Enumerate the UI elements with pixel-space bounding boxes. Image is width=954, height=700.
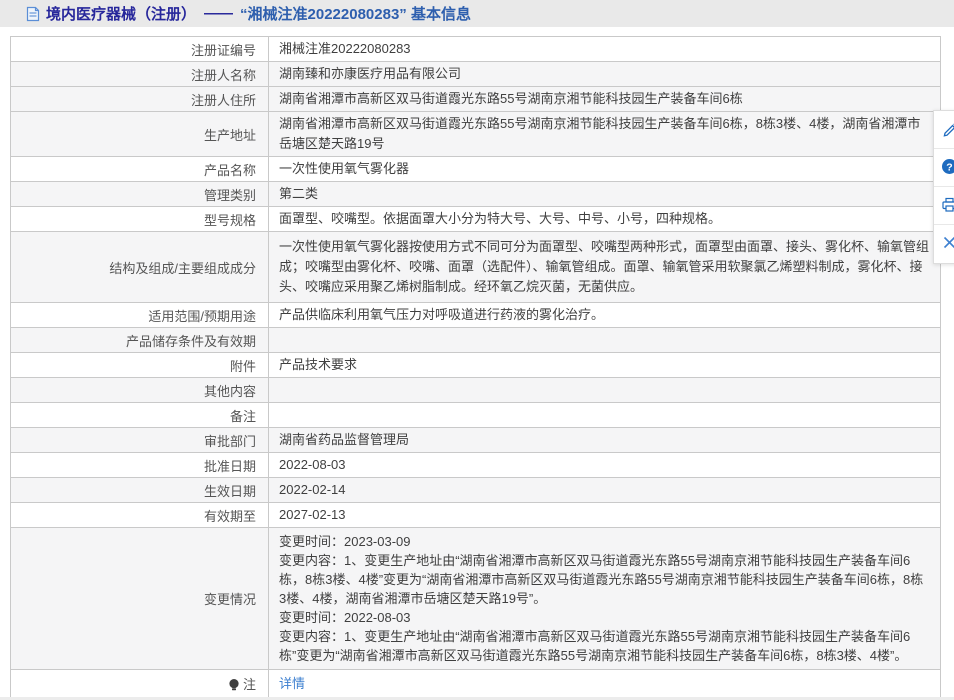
table-row: 其他内容 xyxy=(11,378,940,403)
row-label: 适用范围/预期用途 xyxy=(11,303,269,327)
edit-icon xyxy=(941,120,954,140)
row-label: 结构及组成/主要组成成分 xyxy=(11,232,269,302)
detail-link[interactable]: 详情 xyxy=(279,674,305,694)
bulb-icon xyxy=(228,678,240,692)
row-value: 面罩型、咬嘴型。依据面罩大小分为特大号、大号、中号、小号，四种规格。 xyxy=(269,207,940,231)
change-record-line: 变更时间：2023-03-09 xyxy=(279,532,930,551)
row-label: 审批部门 xyxy=(11,428,269,452)
table-row: 注册证编号湘械注准20222080283 xyxy=(11,37,940,62)
row-label: 变更情况 xyxy=(11,528,269,669)
registration-info-table: 注册证编号湘械注准20222080283注册人名称湖南臻和亦康医疗用品有限公司注… xyxy=(10,36,941,698)
row-value: 变更时间：2023-03-09变更内容：1、变更生产地址由“湖南省湘潭市高新区双… xyxy=(269,528,940,669)
table-row: 变更情况变更时间：2023-03-09变更内容：1、变更生产地址由“湖南省湘潭市… xyxy=(11,528,940,670)
help-button[interactable]: ? xyxy=(934,149,954,187)
print-button[interactable] xyxy=(934,187,954,225)
row-label: 管理类别 xyxy=(11,182,269,206)
row-value: 产品技术要求 xyxy=(269,353,940,377)
change-record-line: 变更内容：1、变更生产地址由“湖南省湘潭市高新区双马街道霞光东路55号湖南京湘节… xyxy=(279,551,930,608)
row-value: 湘械注准20222080283 xyxy=(269,37,940,61)
row-label: 产品储存条件及有效期 xyxy=(11,328,269,352)
row-label: 生效日期 xyxy=(11,478,269,502)
row-label: 产品名称 xyxy=(11,157,269,181)
row-value: 第二类 xyxy=(269,182,940,206)
row-value: 产品供临床利用氧气压力对呼吸道进行药液的雾化治疗。 xyxy=(269,303,940,327)
row-value: 湖南省湘潭市高新区双马街道霞光东路55号湖南京湘节能科技园生产装备车间6栋，8栋… xyxy=(269,112,940,156)
row-value: 详情 xyxy=(269,670,940,697)
table-row: 管理类别第二类 xyxy=(11,182,940,207)
table-row: 批准日期2022-08-03 xyxy=(11,453,940,478)
row-label: 其他内容 xyxy=(11,378,269,402)
table-row: 结构及组成/主要组成成分一次性使用氧气雾化器按使用方式不同可分为面罩型、咬嘴型两… xyxy=(11,232,940,303)
row-label: 生产地址 xyxy=(11,112,269,156)
row-label: 批准日期 xyxy=(11,453,269,477)
table-row: 有效期至2027-02-13 xyxy=(11,503,940,528)
row-label: 注册证编号 xyxy=(11,37,269,61)
row-value: 湖南省湘潭市高新区双马街道霞光东路55号湖南京湘节能科技园生产装备车间6栋 xyxy=(269,87,940,111)
page-header: 境内医疗器械（注册） —— “湘械注准20222080283” 基本信息 xyxy=(0,0,954,27)
row-label: 注册人名称 xyxy=(11,62,269,86)
row-value: 2027-02-13 xyxy=(269,503,940,527)
row-value: 一次性使用氧气雾化器 xyxy=(269,157,940,181)
table-row: 附件产品技术要求 xyxy=(11,353,940,378)
table-row: 审批部门湖南省药品监督管理局 xyxy=(11,428,940,453)
row-value xyxy=(269,403,940,427)
floating-toolbar: ? xyxy=(933,110,954,264)
table-row: 生产地址湖南省湘潭市高新区双马街道霞光东路55号湖南京湘节能科技园生产装备车间6… xyxy=(11,112,940,157)
close-button[interactable] xyxy=(934,225,954,263)
edit-button[interactable] xyxy=(934,111,954,149)
table-row: 生效日期2022-02-14 xyxy=(11,478,940,503)
close-icon xyxy=(941,234,954,254)
page-title-dash: —— xyxy=(204,5,232,22)
table-row: 型号规格面罩型、咬嘴型。依据面罩大小分为特大号、大号、中号、小号，四种规格。 xyxy=(11,207,940,232)
row-label: 备注 xyxy=(11,403,269,427)
table-row: 注册人名称湖南臻和亦康医疗用品有限公司 xyxy=(11,62,940,87)
table-row: 备注 xyxy=(11,403,940,428)
page-title-main: “湘械注准20222080283” 基本信息 xyxy=(240,3,471,24)
row-value xyxy=(269,328,940,352)
print-icon xyxy=(941,196,954,216)
table-row: 产品名称一次性使用氧气雾化器 xyxy=(11,157,940,182)
row-value xyxy=(269,378,940,402)
row-value: 2022-08-03 xyxy=(269,453,940,477)
table-row: 适用范围/预期用途产品供临床利用氧气压力对呼吸道进行药液的雾化治疗。 xyxy=(11,303,940,328)
row-value: 一次性使用氧气雾化器按使用方式不同可分为面罩型、咬嘴型两种形式，面罩型由面罩、接… xyxy=(269,232,940,302)
row-label: 有效期至 xyxy=(11,503,269,527)
row-label: 附件 xyxy=(11,353,269,377)
table-row: 注详情 xyxy=(11,670,940,698)
row-value: 湖南臻和亦康医疗用品有限公司 xyxy=(269,62,940,86)
row-label: 型号规格 xyxy=(11,207,269,231)
row-value: 2022-02-14 xyxy=(269,478,940,502)
document-icon xyxy=(26,6,40,22)
change-record-line: 变更时间：2022-08-03 xyxy=(279,608,930,627)
table-row: 注册人住所湖南省湘潭市高新区双马街道霞光东路55号湖南京湘节能科技园生产装备车间… xyxy=(11,87,940,112)
svg-text:?: ? xyxy=(946,161,952,173)
help-icon: ? xyxy=(941,158,954,178)
page-title-prefix: 境内医疗器械（注册） xyxy=(46,3,196,24)
change-record-line: 变更内容：1、变更生产地址由“湖南省湘潭市高新区双马街道霞光东路55号湖南京湘节… xyxy=(279,627,930,665)
row-label: 注册人住所 xyxy=(11,87,269,111)
row-label: 注 xyxy=(11,670,269,697)
row-value: 湖南省药品监督管理局 xyxy=(269,428,940,452)
table-row: 产品储存条件及有效期 xyxy=(11,328,940,353)
